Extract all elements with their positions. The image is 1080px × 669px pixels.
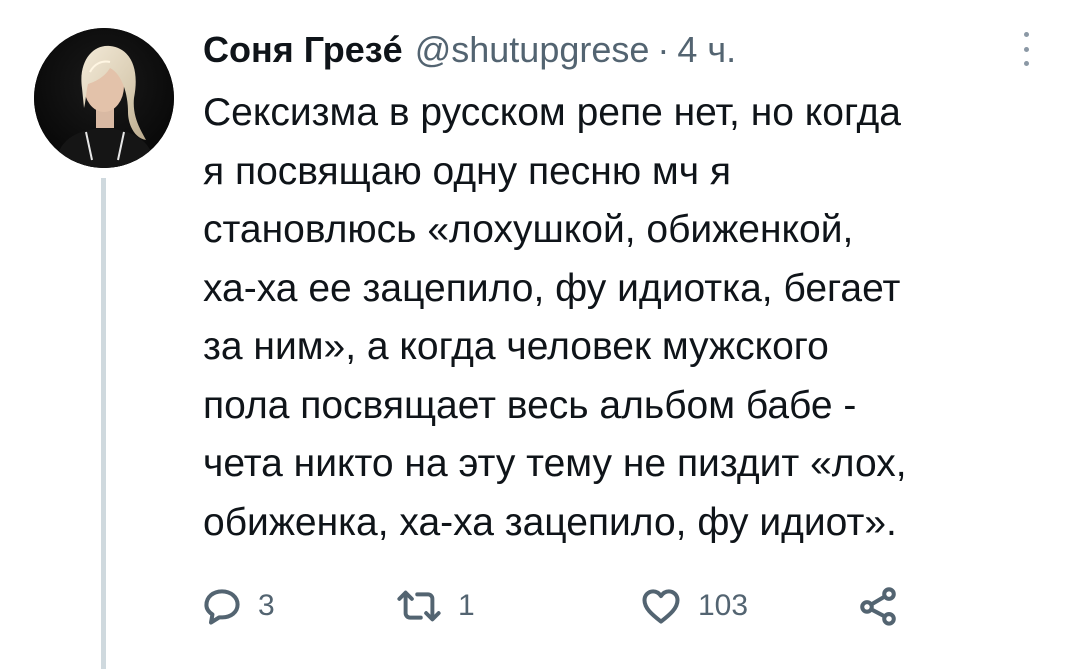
author-handle[interactable]: @shutupgrese bbox=[415, 26, 650, 74]
tweet-text-line: становлюсь «лохушкой, обиженкой, bbox=[203, 208, 854, 251]
tweet-text-line: за ним», а когда человек мужского bbox=[203, 325, 829, 368]
share-icon bbox=[860, 587, 896, 626]
timestamp[interactable]: 4 ч. bbox=[677, 26, 736, 74]
reply-button[interactable]: 3 bbox=[200, 580, 275, 632]
tweet-actions: 3 1 103 bbox=[200, 580, 920, 632]
thread-line bbox=[101, 178, 106, 669]
tweet-text-line: я посвящаю одну песню мч я bbox=[203, 149, 732, 193]
tweet-text-line: обиженка, ха-ха зацепило, фу идиот». bbox=[203, 500, 897, 544]
retweet-icon bbox=[397, 590, 441, 622]
tweet-header: Соня Грезé @shutupgrese · 4 ч. bbox=[203, 26, 736, 74]
retweet-count: 1 bbox=[458, 589, 475, 622]
separator-dot: · bbox=[657, 29, 670, 70]
author-name[interactable]: Соня Грезé bbox=[203, 26, 403, 74]
more-options-icon[interactable] bbox=[1014, 32, 1038, 66]
more-dot bbox=[1023, 61, 1029, 66]
tweet-text-line: пола посвящает весь альбом бабе - bbox=[203, 383, 857, 427]
retweet-button[interactable]: 1 bbox=[394, 580, 475, 632]
like-count: 103 bbox=[698, 589, 749, 622]
more-dot bbox=[1023, 46, 1029, 52]
tweet-text-line: чета никто на эту тему не пиздит «лох, bbox=[203, 442, 907, 485]
like-button[interactable]: 103 bbox=[638, 580, 748, 632]
tweet-text-line: ха-ха ее зацепило, фу идиотка, бегает bbox=[203, 266, 901, 310]
reply-count: 3 bbox=[258, 589, 275, 622]
avatar[interactable] bbox=[34, 28, 174, 168]
tweet[interactable]: Соня Грезé @shutupgrese · 4 ч. Сексизма … bbox=[0, 0, 1080, 669]
tweet-text: Сексизма в русском репе нет, но когда я … bbox=[203, 84, 1053, 552]
reply-icon bbox=[204, 589, 240, 625]
share-button[interactable] bbox=[856, 580, 900, 632]
avatar-image bbox=[34, 28, 174, 168]
more-dot bbox=[1023, 32, 1029, 37]
tweet-text-line: Сексизма в русском репе нет, но когда bbox=[203, 91, 901, 134]
heart-icon bbox=[642, 589, 680, 624]
